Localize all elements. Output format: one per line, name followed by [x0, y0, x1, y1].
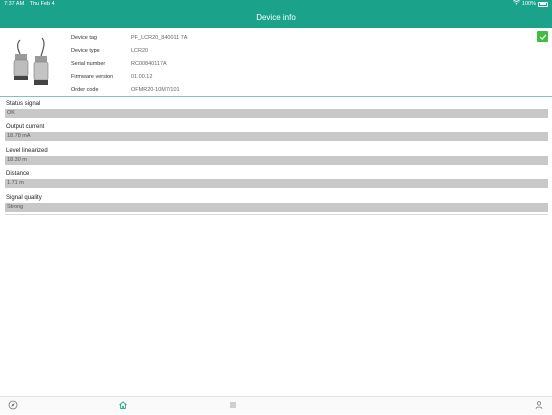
info-value: OFMR20-10M7/101	[131, 86, 180, 93]
info-value: LCR20	[131, 47, 149, 54]
tab-bar	[0, 396, 552, 414]
param-level-linearized: Level linearized 18.30 m	[5, 145, 548, 168]
info-row-device-type: Device type LCR20	[71, 44, 187, 57]
param-value: OK	[5, 109, 548, 118]
param-label: Distance	[6, 171, 30, 178]
divider	[5, 214, 548, 215]
battery-percent: 100%	[521, 1, 536, 7]
param-value: 1.71 m	[5, 179, 548, 189]
param-output-current: Output current 18.78 mA	[5, 121, 548, 144]
tab-compass[interactable]	[7, 400, 19, 412]
param-status-signal: Status signal OK	[5, 98, 548, 121]
param-value: 18.30 m	[5, 155, 548, 165]
param-label: Output current	[6, 124, 45, 131]
tab-menu[interactable]	[227, 400, 239, 412]
info-row-order-code: Order code OFMR20-10M7/101	[71, 83, 187, 96]
info-value: 01.00.12	[131, 73, 153, 80]
param-label: Level linearized	[6, 147, 48, 154]
battery-icon	[538, 1, 548, 7]
param-value: Strong	[5, 202, 548, 212]
device-info-table: Device tag PF_LCR20_840011 7A Device typ…	[71, 31, 187, 96]
status-date: Thu Feb 4	[29, 1, 55, 7]
status-bar: 7:37 AM Thu Feb 4 100%	[0, 0, 552, 8]
ultrasonic-sensor-icon	[6, 36, 54, 88]
info-label: Device tag	[71, 34, 97, 41]
info-label: Order code	[71, 86, 99, 93]
menu-icon	[228, 397, 238, 415]
wifi-icon	[512, 0, 520, 8]
checkmark-icon	[537, 31, 548, 42]
user-icon	[534, 397, 544, 415]
parameter-list: Status signal OK Output current 18.78 mA…	[5, 98, 548, 215]
home-icon	[118, 397, 128, 415]
param-label: Status signal	[6, 101, 41, 107]
device-card: Device tag PF_LCR20_840011 7A Device typ…	[0, 28, 552, 97]
param-signal-quality: Signal quality Strong	[5, 192, 548, 215]
tab-user[interactable]	[533, 400, 545, 412]
param-label: Signal quality	[6, 194, 42, 201]
status-time: 7:37 AM	[4, 1, 25, 7]
param-distance: Distance 1.71 m	[5, 168, 548, 191]
page-title: Device info	[256, 13, 296, 22]
info-label: Firmware version	[71, 73, 114, 80]
info-row-serial-number: Serial number RC00840117A	[71, 57, 187, 70]
tab-home[interactable]	[117, 400, 129, 412]
param-value: 18.78 mA	[5, 132, 548, 142]
info-value: RC00840117A	[131, 60, 167, 67]
info-label: Device type	[71, 47, 100, 54]
info-value: PF_LCR20_840011 7A	[131, 34, 188, 41]
compass-icon	[8, 397, 18, 415]
info-row-device-tag: Device tag PF_LCR20_840011 7A	[71, 31, 187, 44]
app-header: 7:37 AM Thu Feb 4 100% Device info	[0, 0, 552, 28]
info-label: Serial number	[71, 60, 106, 67]
info-row-firmware-version: Firmware version 01.00.12	[71, 70, 187, 83]
